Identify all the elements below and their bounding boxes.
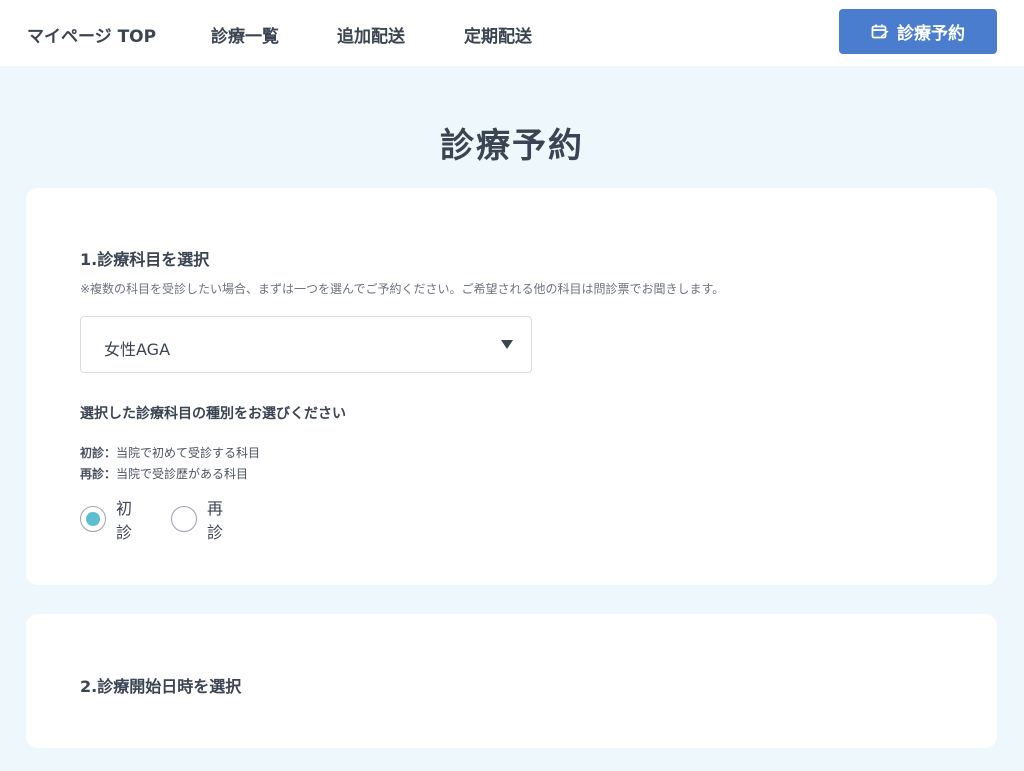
revisit-definition: 再診：当院で受診歴がある科目 [80, 465, 248, 482]
definition-desc: 当院で受診歴がある科目 [116, 467, 249, 481]
visit-type-heading: 選択した診療科目の種別をお選びください [80, 406, 346, 422]
top-navigation: マイページ TOP 診療一覧 追加配送 定期配送 診療予約 [0, 0, 1024, 66]
definition-term: 初診： [80, 446, 117, 460]
calendar-edit-icon [871, 24, 889, 38]
caret-down-icon [501, 340, 513, 349]
nav-item-regular-delivery[interactable]: 定期配送 [464, 22, 532, 47]
multiple-department-note: ※複数の科目を受診したい場合、まずは一つを選んでご予約ください。ご希望される他の… [80, 282, 725, 296]
radio-button-unchecked[interactable] [171, 506, 197, 532]
reserve-button-label: 診療予約 [897, 24, 965, 44]
reserve-button[interactable]: 診療予約 [839, 9, 997, 54]
radio-label: 再診 [207, 499, 224, 542]
section-heading-datetime: 2.診療開始日時を選択 [80, 677, 242, 696]
nav-item-mypage-top[interactable]: マイページ TOP [27, 22, 156, 47]
radio-button-checked[interactable] [80, 506, 106, 532]
radio-label: 初診 [116, 499, 133, 542]
nav-item-additional-delivery[interactable]: 追加配送 [337, 22, 405, 47]
nav-item-treatment-list[interactable]: 診療一覧 [211, 22, 279, 47]
datetime-selection-card: 2.診療開始日時を選択 [26, 614, 997, 748]
radio-first-visit[interactable]: 初診 [80, 499, 132, 542]
radio-revisit[interactable]: 再診 [171, 499, 223, 542]
definition-term: 再診： [80, 467, 117, 481]
first-visit-definition: 初診：当院で初めて受診する科目 [80, 444, 260, 461]
definition-desc: 当院で初めて受診する科目 [116, 446, 261, 460]
department-select-value: 女性AGA [104, 340, 171, 359]
department-selection-card: 1.診療科目を選択 ※複数の科目を受診したい場合、まずは一つを選んでご予約くださ… [26, 188, 997, 585]
department-select[interactable]: 女性AGA [80, 316, 532, 373]
section-heading-department: 1.診療科目を選択 [80, 250, 210, 269]
page-title: 診療予約 [440, 126, 584, 166]
